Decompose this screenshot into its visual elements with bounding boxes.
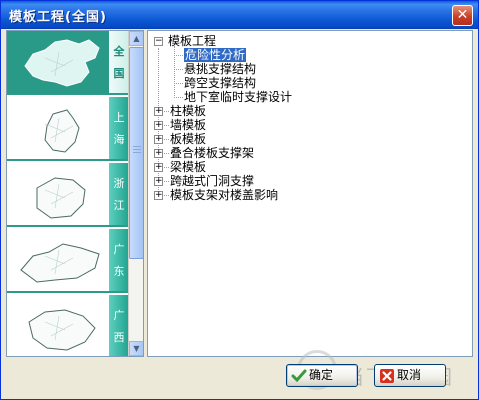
expand-toggle-icon[interactable]: + — [154, 107, 163, 116]
tree-node-label: 梁模板 — [170, 160, 207, 174]
region-label: 广西 — [109, 295, 129, 356]
dialog-body: 全国上海浙江广东广西 ▲ ▼ − 模板工程 危险性分析 悬挑支撑结构 跨空支撑结构 地下室… — [4, 30, 475, 397]
expand-toggle-icon[interactable]: + — [154, 135, 163, 144]
region-label-char: 广 — [113, 309, 125, 322]
tree-node-label: 危险性分析 — [184, 48, 247, 62]
expand-toggle-icon[interactable]: + — [154, 163, 163, 172]
region-label: 广东 — [109, 229, 129, 291]
region-item-0[interactable]: 全国 — [7, 31, 129, 95]
window-title: 模板工程(全国) — [9, 10, 107, 25]
tree-item[interactable]: 悬挑支撑结构 — [184, 62, 256, 76]
tree-group-node[interactable]: 梁模板 — [170, 160, 206, 174]
dialog-window: 模板工程(全国) ✕ 全国上海浙江广东广西 ▲ ▼ − 模板工程 危险性分析 悬挑支撑… — [0, 0, 479, 400]
region-item-1[interactable]: 上海 — [7, 97, 129, 161]
tree-node-label: 墙模板 — [170, 118, 207, 132]
tree-line — [174, 83, 183, 84]
region-map-icon — [44, 109, 80, 153]
tree-line — [174, 69, 183, 70]
region-item-4[interactable]: 广西 — [7, 295, 129, 356]
tree-line — [164, 153, 169, 154]
tree-node-label: 板模板 — [170, 132, 207, 146]
tree-root-node[interactable]: 模板工程 — [168, 34, 216, 48]
region-map-icon — [24, 39, 100, 87]
tree-node-label: 跨越式门洞支撑 — [170, 174, 255, 188]
tree-node-label: 叠合楼板支撑架 — [170, 146, 255, 160]
tree-line — [164, 139, 169, 140]
cancel-button[interactable]: 取消 — [374, 364, 446, 387]
tree-line — [164, 125, 169, 126]
expand-toggle-icon[interactable]: + — [154, 149, 163, 158]
tree-node-label: 悬挑支撑结构 — [184, 62, 257, 76]
tree-node-label: 柱模板 — [170, 104, 207, 118]
region-map-icon — [20, 243, 100, 283]
tree-group-node[interactable]: 柱模板 — [170, 104, 206, 118]
region-map-icon — [36, 177, 86, 219]
template-tree: − 模板工程 危险性分析 悬挑支撑结构 跨空支撑结构 地下室临时支撑设计 + 柱模板 + 墙模板 +… — [147, 30, 473, 357]
tree-line — [164, 111, 169, 112]
expand-toggle-icon[interactable]: + — [154, 121, 163, 130]
tree-line — [174, 55, 183, 56]
tree-group-node[interactable]: 跨越式门洞支撑 — [170, 174, 254, 188]
region-label-char: 海 — [113, 133, 125, 146]
close-icon: ✕ — [456, 7, 469, 23]
ok-button-label: 确定 — [309, 368, 334, 382]
tree-item[interactable]: 危险性分析 — [184, 48, 247, 62]
region-label-char: 广 — [113, 243, 125, 256]
region-map-list: 全国上海浙江广东广西 ▲ ▼ — [6, 30, 144, 357]
tree-line — [164, 167, 169, 168]
tree-group-node[interactable]: 模板支架对楼盖影响 — [170, 188, 278, 202]
region-label: 全国 — [109, 31, 129, 93]
tree-group-node[interactable]: 墙模板 — [170, 118, 206, 132]
tree-group-node[interactable]: 叠合楼板支撑架 — [170, 146, 254, 160]
check-icon — [291, 369, 307, 383]
tree-line — [174, 97, 183, 98]
region-label-char: 东 — [113, 265, 125, 278]
map-list-scrollbar[interactable]: ▲ ▼ — [128, 31, 143, 356]
region-label-char: 西 — [113, 331, 125, 344]
region-map-icon — [28, 309, 96, 351]
cancel-button-label: 取消 — [397, 368, 422, 382]
ok-button[interactable]: 确定 — [286, 364, 358, 387]
region-label-char: 全 — [113, 45, 125, 58]
tree-line — [164, 181, 169, 182]
tree-item[interactable]: 跨空支撑结构 — [184, 76, 256, 90]
scroll-up-button[interactable]: ▲ — [129, 31, 143, 46]
tree-group-node[interactable]: 板模板 — [170, 132, 206, 146]
region-label: 浙江 — [109, 163, 129, 225]
scroll-thumb[interactable] — [129, 47, 143, 259]
tree-node-label: 地下室临时支撑设计 — [184, 90, 293, 104]
x-icon — [380, 369, 394, 383]
region-label-char: 浙 — [113, 177, 125, 190]
title-bar[interactable]: 模板工程(全国) ✕ — [1, 1, 478, 29]
region-label-char: 国 — [113, 67, 125, 80]
scroll-down-button[interactable]: ▼ — [129, 341, 143, 356]
expand-toggle-icon[interactable]: + — [154, 177, 163, 186]
close-button[interactable]: ✕ — [452, 5, 473, 26]
region-item-2[interactable]: 浙江 — [7, 163, 129, 227]
region-label-char: 上 — [113, 111, 125, 124]
expand-toggle-icon[interactable]: + — [154, 191, 163, 200]
region-label-char: 江 — [113, 199, 125, 212]
tree-node-label: 跨空支撑结构 — [184, 76, 257, 90]
tree-line — [164, 195, 169, 196]
tree-node-label: 模板工程 — [168, 34, 217, 48]
tree-line — [174, 46, 175, 96]
region-label: 上海 — [109, 97, 129, 159]
tree-node-label: 模板支架对楼盖影响 — [170, 188, 279, 202]
tree-item[interactable]: 地下室临时支撑设计 — [184, 90, 292, 104]
collapse-toggle-icon[interactable]: − — [154, 37, 163, 46]
region-item-3[interactable]: 广东 — [7, 229, 129, 293]
